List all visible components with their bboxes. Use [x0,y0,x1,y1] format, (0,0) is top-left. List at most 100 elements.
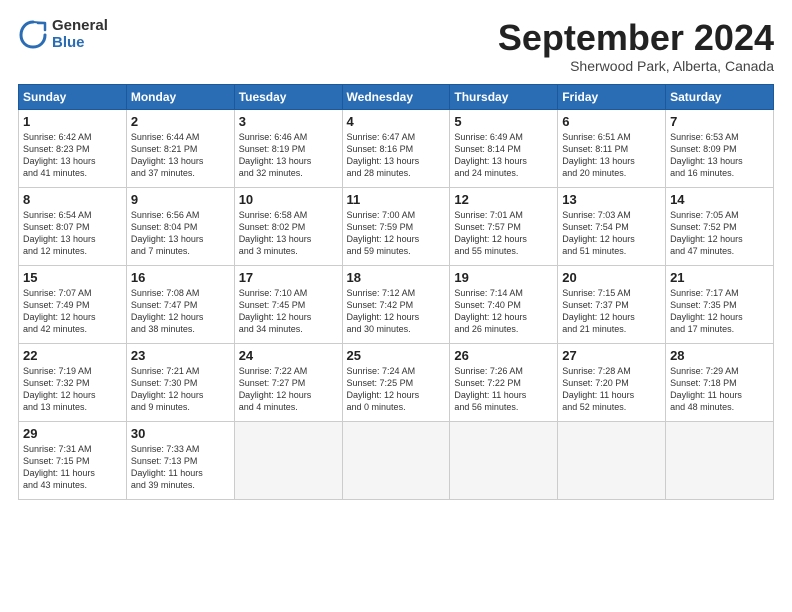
calendar-cell: 18 Sunrise: 7:12 AM Sunset: 7:42 PM Dayli… [342,265,450,343]
week-row-4: 22 Sunrise: 7:19 AM Sunset: 7:32 PM Dayli… [19,343,774,421]
logo-blue-text: Blue [52,35,108,52]
day-number: 16 [131,270,230,285]
day-number: 6 [562,114,661,129]
calendar-cell: 22 Sunrise: 7:19 AM Sunset: 7:32 PM Dayli… [19,343,127,421]
calendar-cell: 6 Sunrise: 6:51 AM Sunset: 8:11 PM Daylig… [558,109,666,187]
calendar-cell: 16 Sunrise: 7:08 AM Sunset: 7:47 PM Dayli… [126,265,234,343]
calendar-cell: 15 Sunrise: 7:07 AM Sunset: 7:49 PM Dayli… [19,265,127,343]
calendar-cell: 8Sunrise: 6:54 AM Sunset: 8:07 PM Daylig… [19,187,127,265]
calendar-cell: 29Sunrise: 7:31 AM Sunset: 7:15 PM Dayli… [19,421,127,499]
day-number: 26 [454,348,553,363]
weekday-header-thursday: Thursday [450,84,558,109]
week-row-2: 8Sunrise: 6:54 AM Sunset: 8:07 PM Daylig… [19,187,774,265]
calendar-cell: 1Sunrise: 6:42 AM Sunset: 8:23 PM Daylig… [19,109,127,187]
day-number: 8 [23,192,122,207]
day-info: Sunrise: 7:03 AM Sunset: 7:54 PM Dayligh… [562,209,661,258]
calendar-cell [666,421,774,499]
day-number: 15 [23,270,122,285]
month-title: September 2024 [498,18,774,58]
day-number: 7 [670,114,769,129]
title-block: September 2024 Sherwood Park, Alberta, C… [498,18,774,74]
day-number: 2 [131,114,230,129]
day-info: Sunrise: 7:10 AM Sunset: 7:45 PM Dayligh… [239,287,338,336]
calendar-cell: 10 Sunrise: 6:58 AM Sunset: 8:02 PM Dayli… [234,187,342,265]
day-info: Sunrise: 6:51 AM Sunset: 8:11 PM Dayligh… [562,131,661,180]
day-info: Sunrise: 7:15 AM Sunset: 7:37 PM Dayligh… [562,287,661,336]
calendar-cell: 14Sunrise: 7:05 AM Sunset: 7:52 PM Dayli… [666,187,774,265]
calendar-cell: 5 Sunrise: 6:49 AM Sunset: 8:14 PM Daylig… [450,109,558,187]
day-number: 22 [23,348,122,363]
weekday-header-friday: Friday [558,84,666,109]
day-info: Sunrise: 7:08 AM Sunset: 7:47 PM Dayligh… [131,287,230,336]
header: General Blue September 2024 Sherwood Par… [18,18,774,74]
calendar-cell: 21 Sunrise: 7:17 AM Sunset: 7:35 PM Dayli… [666,265,774,343]
day-number: 3 [239,114,338,129]
day-number: 21 [670,270,769,285]
weekday-header-wednesday: Wednesday [342,84,450,109]
day-info: Sunrise: 7:00 AM Sunset: 7:59 PM Dayligh… [347,209,446,258]
weekday-header-saturday: Saturday [666,84,774,109]
day-number: 10 [239,192,338,207]
day-number: 19 [454,270,553,285]
calendar-cell [234,421,342,499]
week-row-1: 1Sunrise: 6:42 AM Sunset: 8:23 PM Daylig… [19,109,774,187]
day-number: 20 [562,270,661,285]
day-number: 24 [239,348,338,363]
day-info: Sunrise: 7:29 AM Sunset: 7:18 PM Dayligh… [670,365,769,414]
day-info: Sunrise: 7:12 AM Sunset: 7:42 PM Dayligh… [347,287,446,336]
day-number: 23 [131,348,230,363]
calendar-cell [342,421,450,499]
logo: General Blue [18,18,108,51]
day-info: Sunrise: 7:17 AM Sunset: 7:35 PM Dayligh… [670,287,769,336]
day-info: Sunrise: 7:22 AM Sunset: 7:27 PM Dayligh… [239,365,338,414]
calendar-cell: 4Sunrise: 6:47 AM Sunset: 8:16 PM Daylig… [342,109,450,187]
day-info: Sunrise: 7:05 AM Sunset: 7:52 PM Dayligh… [670,209,769,258]
day-number: 18 [347,270,446,285]
calendar-cell: 27Sunrise: 7:28 AM Sunset: 7:20 PM Dayli… [558,343,666,421]
weekday-header-sunday: Sunday [19,84,127,109]
day-info: Sunrise: 7:19 AM Sunset: 7:32 PM Dayligh… [23,365,122,414]
calendar-cell: 30 Sunrise: 7:33 AM Sunset: 7:13 PM Dayli… [126,421,234,499]
logo-text: General Blue [52,18,108,51]
day-number: 11 [347,192,446,207]
calendar-cell: 3 Sunrise: 6:46 AM Sunset: 8:19 PM Daylig… [234,109,342,187]
day-number: 30 [131,426,230,441]
day-info: Sunrise: 6:49 AM Sunset: 8:14 PM Dayligh… [454,131,553,180]
day-info: Sunrise: 6:46 AM Sunset: 8:19 PM Dayligh… [239,131,338,180]
calendar-cell: 9Sunrise: 6:56 AM Sunset: 8:04 PM Daylig… [126,187,234,265]
day-info: Sunrise: 6:44 AM Sunset: 8:21 PM Dayligh… [131,131,230,180]
day-number: 12 [454,192,553,207]
day-info: Sunrise: 7:07 AM Sunset: 7:49 PM Dayligh… [23,287,122,336]
day-info: Sunrise: 7:14 AM Sunset: 7:40 PM Dayligh… [454,287,553,336]
day-info: Sunrise: 7:24 AM Sunset: 7:25 PM Dayligh… [347,365,446,414]
weekday-header-row: SundayMondayTuesdayWednesdayThursdayFrid… [19,84,774,109]
logo-general-text: General [52,18,108,35]
day-number: 29 [23,426,122,441]
calendar-cell [558,421,666,499]
day-info: Sunrise: 7:33 AM Sunset: 7:13 PM Dayligh… [131,443,230,492]
page: General Blue September 2024 Sherwood Par… [0,0,792,612]
day-number: 13 [562,192,661,207]
day-number: 25 [347,348,446,363]
day-info: Sunrise: 6:53 AM Sunset: 8:09 PM Dayligh… [670,131,769,180]
day-info: Sunrise: 6:58 AM Sunset: 8:02 PM Dayligh… [239,209,338,258]
day-info: Sunrise: 7:26 AM Sunset: 7:22 PM Dayligh… [454,365,553,414]
day-info: Sunrise: 7:28 AM Sunset: 7:20 PM Dayligh… [562,365,661,414]
day-number: 4 [347,114,446,129]
calendar-cell: 12Sunrise: 7:01 AM Sunset: 7:57 PM Dayli… [450,187,558,265]
week-row-3: 15 Sunrise: 7:07 AM Sunset: 7:49 PM Dayli… [19,265,774,343]
calendar-cell [450,421,558,499]
day-info: Sunrise: 6:56 AM Sunset: 8:04 PM Dayligh… [131,209,230,258]
calendar-cell: 26 Sunrise: 7:26 AM Sunset: 7:22 PM Dayli… [450,343,558,421]
calendar-cell: 23Sunrise: 7:21 AM Sunset: 7:30 PM Dayli… [126,343,234,421]
day-number: 5 [454,114,553,129]
calendar-cell: 17Sunrise: 7:10 AM Sunset: 7:45 PM Dayli… [234,265,342,343]
day-number: 1 [23,114,122,129]
week-row-5: 29Sunrise: 7:31 AM Sunset: 7:15 PM Dayli… [19,421,774,499]
calendar-table: SundayMondayTuesdayWednesdayThursdayFrid… [18,84,774,500]
location: Sherwood Park, Alberta, Canada [498,58,774,74]
calendar-cell: 19 Sunrise: 7:14 AM Sunset: 7:40 PM Dayli… [450,265,558,343]
calendar-cell: 25 Sunrise: 7:24 AM Sunset: 7:25 PM Dayli… [342,343,450,421]
calendar-cell: 7 Sunrise: 6:53 AM Sunset: 8:09 PM Daylig… [666,109,774,187]
day-number: 28 [670,348,769,363]
